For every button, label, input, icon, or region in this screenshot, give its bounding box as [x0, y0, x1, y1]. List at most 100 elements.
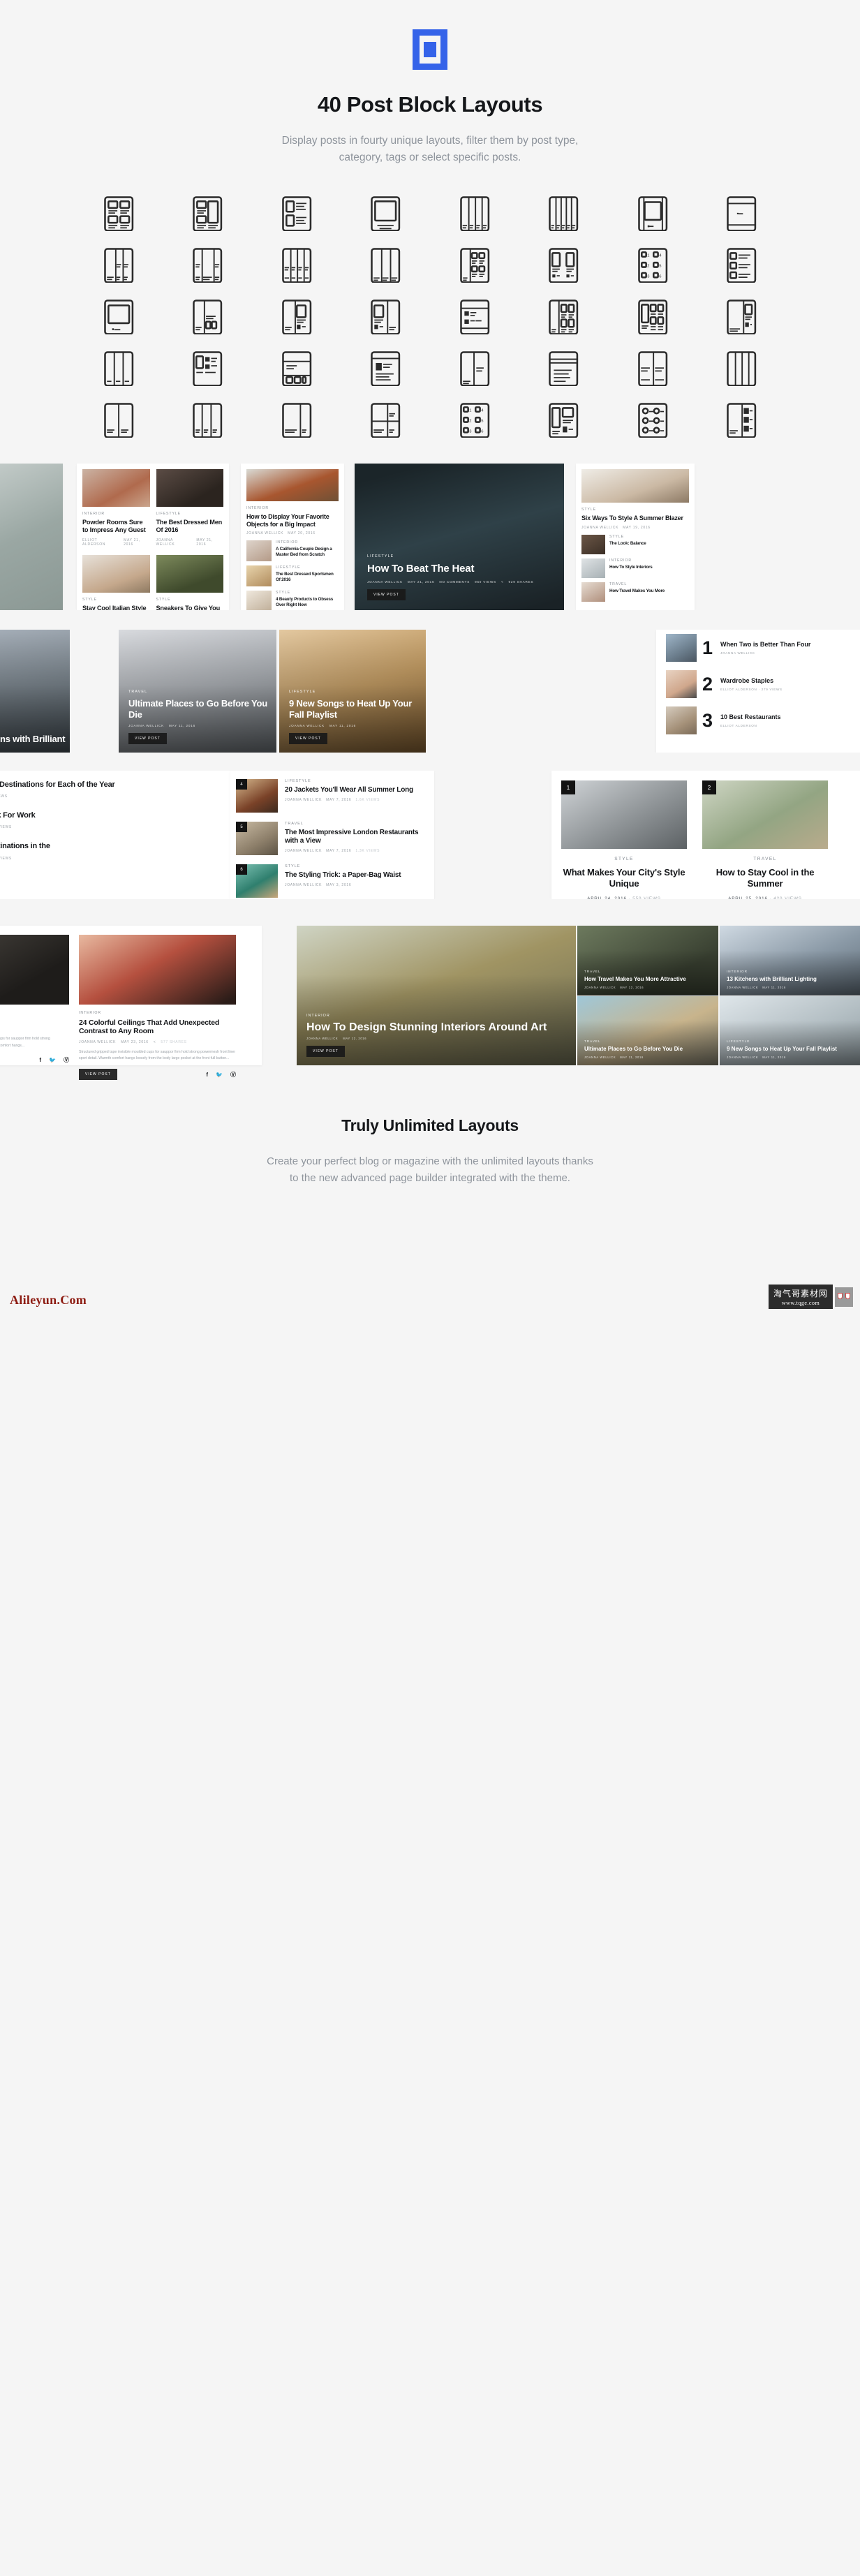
- layout-pane-stacked-icon[interactable]: [362, 402, 408, 438]
- mosaic-tile-interior[interactable]: INTERIOR 13 Kitchens with Brilliant Ligh…: [720, 926, 860, 996]
- article-title[interactable]: 24 Colorful Ceilings That Add Unexpected…: [79, 1019, 236, 1036]
- layout-numbered-list-6-icon[interactable]: 1 4 2 5 3 6: [452, 402, 498, 438]
- card-title[interactable]: How to Display Your Favorite Objects for…: [246, 513, 339, 528]
- layout-single-preview-icon[interactable]: [96, 299, 142, 335]
- list-item[interactable]: STYLE 4 Beauty Products to Obsess Over R…: [246, 591, 339, 611]
- hero-tile-lifestyle[interactable]: LIFESTYLE 9 New Songs to Heat Up Your Fa…: [279, 630, 426, 753]
- facebook-icon[interactable]: f: [206, 1072, 208, 1078]
- layout-header-thumb-list-icon[interactable]: [362, 350, 408, 387]
- layout-three-col-mixed-icon[interactable]: [630, 299, 676, 335]
- layout-two-col-equal-icon[interactable]: [96, 350, 142, 387]
- layout-pane-wide-narrow-icon[interactable]: [274, 402, 320, 438]
- layout-numbered-grid-6-icon[interactable]: 1 4 2 5 3 6: [630, 247, 676, 283]
- layout-columns-4-icon[interactable]: [452, 195, 498, 232]
- list-item-title[interactable]: How Travel Makes You More: [609, 589, 665, 593]
- tile-title[interactable]: How Travel Makes You More Attractive: [584, 976, 686, 983]
- layout-two-col-cards-icon[interactable]: [540, 247, 586, 283]
- list-item-title[interactable]: The Holiday Destinations for Each of the…: [0, 780, 240, 790]
- tile-title[interactable]: 9 New Songs to Heat Up Your Fall Playlis…: [289, 698, 426, 720]
- list-item[interactable]: 5 TRAVEL The Most Impressive London Rest…: [236, 822, 429, 856]
- layout-side-thumb-list-icon[interactable]: [718, 402, 764, 438]
- view-post-button[interactable]: View Post: [306, 1046, 345, 1058]
- layout-big-left-small-right-icon[interactable]: [718, 299, 764, 335]
- card-title[interactable]: Stay Cool Italian Style: [82, 605, 150, 610]
- layout-list-media-icon[interactable]: [274, 195, 320, 232]
- list-item[interactable]: STYLE The Look: Balance: [581, 534, 689, 554]
- card-title[interactable]: The Best Dressed Men Of 2016: [156, 519, 224, 534]
- layout-thumb-meta-icon[interactable]: [184, 350, 230, 387]
- article-title[interactable]: the Fall: [0, 1021, 69, 1030]
- list-item-title[interactable]: The Look: Balance: [609, 541, 646, 546]
- mosaic-tile-lifestyle[interactable]: LIFESTYLE 9 New Songs to Heat Up Your Fa…: [720, 996, 860, 1066]
- mosaic-tile-travel-2[interactable]: TRAVEL Ultimate Places to Go Before You …: [577, 996, 718, 1066]
- layout-banner-stack-icon[interactable]: [718, 195, 764, 232]
- card-title[interactable]: Six Ways To Style A Summer Blazer: [581, 515, 689, 522]
- list-item-title[interactable]: Make It Work For Work: [0, 811, 240, 820]
- list-item[interactable]: 4 LIFESTYLE 20 Jackets You'll Wear All S…: [236, 779, 429, 813]
- tile-title[interactable]: Ultimate Places to Go Before You Die: [584, 1046, 683, 1053]
- view-post-button[interactable]: VIEW POST: [367, 589, 406, 601]
- list-item-title[interactable]: The Best Dressed Sportsmen Of 2016: [276, 572, 339, 582]
- layout-thumb-left-text-right-icon[interactable]: [362, 299, 408, 335]
- center-card[interactable]: 2 TRAVEL How to Stay Cool in the Summer …: [702, 780, 828, 899]
- layout-grid-right-2x2-icon[interactable]: [452, 247, 498, 283]
- twitter-icon[interactable]: 🐦: [49, 1057, 56, 1063]
- layout-grid-left-feature-icon[interactable]: [184, 195, 230, 232]
- hero-title[interactable]: How To Design Stunning Interiors Around …: [306, 1021, 547, 1034]
- list-item-title[interactable]: A California Couple Design a Master Bed …: [276, 547, 339, 557]
- mosaic-tile-travel[interactable]: TRAVEL How Travel Makes You More Attract…: [577, 926, 718, 996]
- layout-single-wide-icon[interactable]: [362, 195, 408, 232]
- mosaic-hero-interior[interactable]: INTERIOR How To Design Stunning Interior…: [297, 926, 576, 1066]
- list-item[interactable]: 6 STYLE The Styling Trick: a Paper-Bag W…: [236, 864, 429, 898]
- layout-header-list-icon[interactable]: [452, 299, 498, 335]
- list-item[interactable]: The Holiday Destinations for Each of the…: [0, 780, 240, 799]
- layout-left-big-right-thumb-icon[interactable]: [274, 299, 320, 335]
- list-item-title[interactable]: Holiday Destinations in the: [0, 842, 240, 851]
- rank-list-item[interactable]: 3 10 Best Restaurants ELLIOT ALDERSON: [656, 698, 860, 735]
- tile-title[interactable]: 9 New Songs to Heat Up Your Fall Playlis…: [727, 1046, 837, 1053]
- layout-feature-side-cards-icon[interactable]: [540, 402, 586, 438]
- pinterest-icon[interactable]: Ⓥ: [64, 1056, 69, 1064]
- list-item[interactable]: TRAVEL How Travel Makes You More: [581, 582, 689, 602]
- rank-title[interactable]: When Two is Better Than Four: [720, 641, 810, 648]
- view-post-button[interactable]: VIEW POST: [289, 733, 327, 745]
- preview-card-right-list[interactable]: STYLE Six Ways To Style A Summer Blazer …: [576, 464, 695, 611]
- layout-split-2col-icon[interactable]: [96, 247, 142, 283]
- layout-stacked-header-icon[interactable]: [540, 350, 586, 387]
- preview-card-feature-list[interactable]: INTERIOR How to Display Your Favorite Ob…: [241, 464, 344, 611]
- layout-split-text-icon[interactable]: [452, 350, 498, 387]
- layout-two-pane-icon[interactable]: [96, 402, 142, 438]
- layout-split-headline-icon[interactable]: [630, 350, 676, 387]
- list-item[interactable]: Make It Work For Work MAY 10, 2016 · 2.4…: [0, 811, 240, 829]
- list-item-title[interactable]: 4 Beauty Products to Obsess Over Right N…: [276, 597, 339, 607]
- layout-columns-4-short-icon[interactable]: [274, 247, 320, 283]
- card-title[interactable]: What Makes Your City's Style Unique: [561, 867, 687, 889]
- rank-title[interactable]: Wardrobe Staples: [720, 677, 783, 684]
- layout-circle-list-2col-icon[interactable]: [630, 402, 676, 438]
- view-post-button[interactable]: VIEW POST: [128, 733, 167, 745]
- layout-grid-2x2-icon[interactable]: [96, 195, 142, 232]
- list-item[interactable]: Holiday Destinations in the MAY 10, 2016…: [0, 842, 240, 860]
- preview-card-grid-2x2[interactable]: INTERIOR Powder Rooms Sure to Impress An…: [77, 464, 229, 611]
- preview-card-partial-left[interactable]: [0, 464, 63, 611]
- layout-split-sidebar-icon[interactable]: [184, 247, 230, 283]
- center-card[interactable]: 1 STYLE What Makes Your City's Style Uni…: [561, 780, 687, 899]
- layout-columns-3-plain-icon[interactable]: [362, 247, 408, 283]
- view-post-button[interactable]: VIEW POST: [79, 1069, 117, 1081]
- layout-list-thumb-rows-icon[interactable]: [718, 247, 764, 283]
- layout-columns-3-equal-icon[interactable]: [718, 350, 764, 387]
- card-title[interactable]: How to Stay Cool in the Summer: [702, 867, 828, 889]
- hero-title[interactable]: How To Beat The Heat: [367, 563, 533, 575]
- list-item[interactable]: LIFESTYLE The Best Dressed Sportsmen Of …: [246, 565, 339, 587]
- rank-list-item[interactable]: 2 Wardrobe Staples ELLIOT ALDERSON · 279…: [656, 662, 860, 699]
- twitter-icon[interactable]: 🐦: [216, 1072, 223, 1078]
- list-item[interactable]: INTERIOR How To Style Interiors: [581, 558, 689, 578]
- article-card-main[interactable]: INTERIOR 24 Colorful Ceilings That Add U…: [79, 935, 236, 1081]
- layout-left-big-right-cards-icon[interactable]: [184, 299, 230, 335]
- hero-tile-partial[interactable]: 13 Kitchens with Brilliant: [0, 630, 70, 753]
- layout-columns-5-icon[interactable]: [540, 195, 586, 232]
- layout-two-col-grid-4-icon[interactable]: [540, 299, 586, 335]
- article-card-partial[interactable]: the Fall Structured gripped tape invisib…: [0, 935, 69, 1063]
- list-item[interactable]: INTERIOR A California Couple Design a Ma…: [246, 540, 339, 562]
- tile-title[interactable]: 13 Kitchens with Brilliant: [0, 734, 66, 744]
